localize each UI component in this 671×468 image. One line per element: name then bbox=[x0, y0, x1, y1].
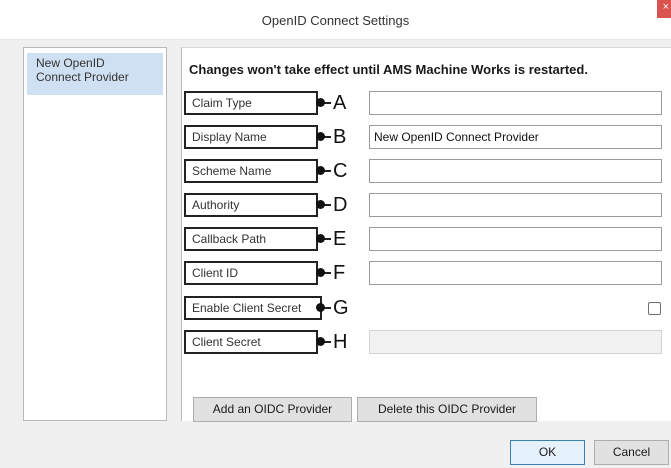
marker-dot-c bbox=[316, 166, 325, 175]
marker-letter-h: H bbox=[333, 331, 348, 353]
claim-type-label: Claim Type bbox=[184, 91, 318, 115]
restart-notice: Changes won't take effect until AMS Mach… bbox=[189, 62, 588, 77]
marker-dot-h bbox=[316, 337, 325, 346]
marker-letter-g: G bbox=[333, 297, 349, 319]
add-oidc-provider-button[interactable]: Add an OIDC Provider bbox=[193, 397, 352, 422]
client-id-label: Client ID bbox=[184, 261, 318, 285]
display-name-label: Display Name bbox=[184, 125, 318, 149]
delete-oidc-provider-button[interactable]: Delete this OIDC Provider bbox=[357, 397, 537, 422]
cancel-button[interactable]: Cancel bbox=[594, 440, 669, 465]
authority-label: Authority bbox=[184, 193, 318, 217]
window-title: OpenID Connect Settings bbox=[261, 13, 410, 28]
claim-type-input[interactable] bbox=[369, 91, 662, 115]
display-name-input[interactable]: New OpenID Connect Provider bbox=[369, 125, 662, 149]
provider-list-item-line2: Connect Provider bbox=[36, 70, 129, 84]
marker-letter-a: A bbox=[333, 92, 347, 114]
callback-path-label: Callback Path bbox=[184, 227, 318, 251]
callback-path-input[interactable] bbox=[369, 227, 662, 251]
marker-dot-a bbox=[316, 98, 325, 107]
marker-letter-d: D bbox=[333, 194, 348, 216]
client-id-input[interactable] bbox=[369, 261, 662, 285]
enable-client-secret-label: Enable Client Secret bbox=[184, 296, 322, 320]
ok-button[interactable]: OK bbox=[510, 440, 585, 465]
authority-input[interactable] bbox=[369, 193, 662, 217]
marker-dot-b bbox=[316, 132, 325, 141]
provider-list-item[interactable]: New OpenID Connect Provider bbox=[27, 53, 163, 95]
close-icon[interactable]: × bbox=[657, 0, 671, 18]
marker-dot-e bbox=[316, 234, 325, 243]
marker-letter-b: B bbox=[333, 126, 347, 148]
marker-dot-d bbox=[316, 200, 325, 209]
provider-list-item-line1: New OpenID bbox=[36, 56, 105, 70]
scheme-name-label: Scheme Name bbox=[184, 159, 318, 183]
enable-client-secret-checkbox[interactable] bbox=[648, 302, 661, 315]
marker-dot-f bbox=[316, 268, 325, 277]
client-secret-input[interactable] bbox=[369, 330, 662, 354]
title-bar: OpenID Connect Settings × bbox=[0, 0, 671, 40]
client-secret-label: Client Secret bbox=[184, 330, 318, 354]
marker-letter-f: F bbox=[333, 262, 346, 284]
scheme-name-input[interactable] bbox=[369, 159, 662, 183]
marker-letter-c: C bbox=[333, 160, 348, 182]
provider-list: New OpenID Connect Provider bbox=[23, 47, 167, 421]
marker-letter-e: E bbox=[333, 228, 347, 250]
marker-dot-g bbox=[316, 303, 325, 312]
